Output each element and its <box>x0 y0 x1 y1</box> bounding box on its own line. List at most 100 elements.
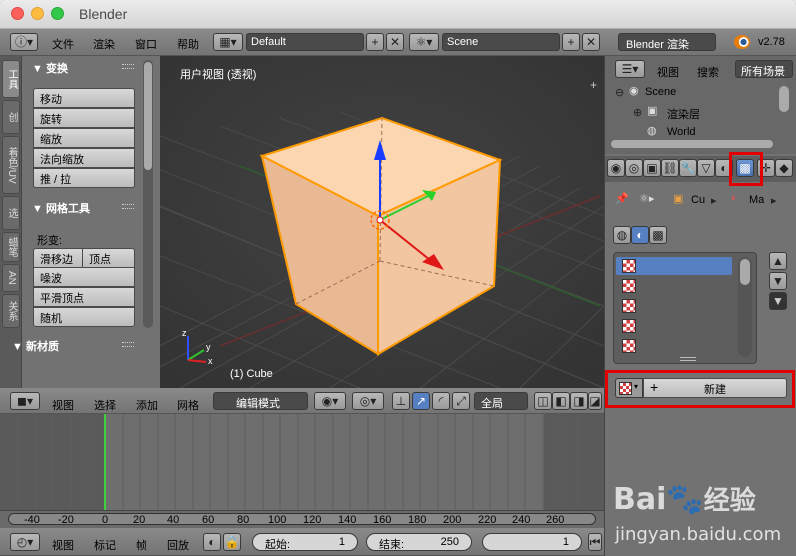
tab-select[interactable]: 选 <box>2 196 20 230</box>
timeline-ruler[interactable]: -40 -20 0 20 40 60 80 100 120 140 160 18… <box>0 510 604 528</box>
other-texture-icon[interactable]: ▩ <box>649 226 667 244</box>
list-resize-handle[interactable] <box>680 357 696 361</box>
object-context-icon[interactable]: ▣ <box>643 159 661 177</box>
list-scrollbar[interactable] <box>738 257 752 357</box>
menu-frame[interactable]: 帧 <box>136 537 147 553</box>
outliner-menu-search[interactable]: 搜索 <box>697 64 719 80</box>
new-material-section-title[interactable]: ▼ 新材质 <box>12 338 59 354</box>
world-texture-icon[interactable]: ◍ <box>613 226 631 244</box>
outliner-item-scene[interactable]: ⊖ ◉ Scene <box>615 84 775 102</box>
physics-context-icon[interactable]: ◆ <box>775 159 793 177</box>
jump-to-start-button[interactable]: ⏮ <box>588 533 602 551</box>
tab-shading-uv[interactable]: 着色/UV <box>2 136 20 194</box>
outliner-menu-view[interactable]: 视图 <box>657 64 679 80</box>
scale-manipulator-button[interactable]: ⤢ <box>452 392 470 410</box>
outliner-v-scrollbar[interactable] <box>779 86 789 112</box>
menu-add[interactable]: 添加 <box>136 397 158 413</box>
screen-layout-icon[interactable]: ▦▾ <box>213 33 243 51</box>
minimize-window-button[interactable] <box>31 7 44 20</box>
drag-handle-icon[interactable] <box>122 204 134 209</box>
render-context-icon[interactable]: ◉ <box>607 159 625 177</box>
edge-select-mode-button[interactable]: ◧ <box>552 392 570 410</box>
menu-view[interactable]: 视图 <box>52 397 74 413</box>
mesh-tools-section-title[interactable]: ▼ 网格工具 <box>32 200 90 216</box>
info-editor-type-button[interactable]: ⓘ▾ <box>10 33 38 51</box>
rotate-button[interactable]: 旋转 <box>33 108 135 128</box>
outliner-editor-type-button[interactable]: ☰▾ <box>615 60 645 78</box>
lock-range-button[interactable]: 🔒 <box>223 533 241 551</box>
manipulator-toggle-button[interactable]: ⊥ <box>392 392 410 410</box>
outliner-display-mode-select[interactable]: 所有场景 <box>735 60 793 78</box>
tab-grease-pencil[interactable]: 蜡笔 <box>2 232 20 262</box>
scene-field[interactable]: Scene <box>442 33 560 51</box>
menu-playback[interactable]: 回放 <box>167 537 189 553</box>
zoom-window-button[interactable] <box>51 7 64 20</box>
current-frame-playhead[interactable] <box>104 414 106 510</box>
end-frame-field[interactable]: 结束: 250 <box>366 533 472 551</box>
pivot-point-button[interactable]: ◎▾ <box>352 392 384 410</box>
expand-icon[interactable]: ⊖ <box>615 86 624 99</box>
viewport-canvas[interactable] <box>160 56 604 388</box>
editor-type-3d-button[interactable]: ◼▾ <box>10 392 40 410</box>
tab-tools[interactable]: 工具 <box>2 60 20 98</box>
shading-mode-button[interactable]: ◉▾ <box>314 392 346 410</box>
3d-viewport[interactable]: 用户视图 (透视) (1) Cube z y x + <box>160 56 604 388</box>
outliner-item-render-layers[interactable]: ⊕ ▣ 渲染层 <box>633 104 773 122</box>
material-texture-icon[interactable]: ◐ <box>631 226 649 244</box>
menu-select[interactable]: 选择 <box>94 397 116 413</box>
breadcrumb-object-name[interactable]: Cu <box>691 194 705 206</box>
vertex-select-mode-button[interactable]: ◫ <box>534 392 552 410</box>
remove-screen-button[interactable]: ✕ <box>386 33 404 51</box>
close-window-button[interactable] <box>11 7 24 20</box>
tab-animation[interactable]: AN <box>2 264 20 292</box>
timeline-scrollbar[interactable] <box>8 513 596 525</box>
slide-vertex-button[interactable]: 顶点 <box>82 248 135 268</box>
smooth-vertex-button[interactable]: 平滑顶点 <box>33 287 135 307</box>
menu-timeline-view[interactable]: 视图 <box>52 537 74 553</box>
face-select-mode-button[interactable]: ◨ <box>570 392 588 410</box>
tool-shelf-scrollbar[interactable] <box>143 60 153 328</box>
new-texture-button[interactable]: + 新建 <box>643 378 787 398</box>
limit-selection-button[interactable]: ◪ <box>588 392 602 410</box>
screen-layout-field[interactable]: Default <box>246 33 364 51</box>
menu-help[interactable]: 帮助 <box>177 36 199 52</box>
rotate-manipulator-button[interactable]: ◜ <box>432 392 450 410</box>
menu-file[interactable]: 文件 <box>52 36 74 52</box>
constraint-context-icon[interactable]: ⛓ <box>661 159 679 177</box>
tab-create[interactable]: 创 <box>2 100 20 134</box>
preview-range-button[interactable]: ◐ <box>203 533 221 551</box>
pin-icon[interactable]: 📌 <box>615 192 629 205</box>
editor-type-timeline-button[interactable]: ◴▾ <box>10 533 40 551</box>
tab-relations[interactable]: 关系 <box>2 294 20 328</box>
move-slot-up-button[interactable]: ▲ <box>769 252 787 270</box>
menu-render[interactable]: 渲染 <box>93 36 115 52</box>
mode-select[interactable]: 编辑模式 <box>213 392 308 410</box>
menu-marker[interactable]: 标记 <box>94 537 116 553</box>
texture-browse-button[interactable]: ▾ <box>615 378 643 398</box>
outliner-h-scrollbar[interactable] <box>611 140 773 148</box>
move-button[interactable]: 移动 <box>33 88 135 108</box>
render-engine-select[interactable]: Blender 渲染 <box>618 33 716 51</box>
shrink-fatten-button[interactable]: 法向缩放 <box>33 148 135 168</box>
scene-icon[interactable]: ⚛▾ <box>409 33 439 51</box>
scene-context-icon[interactable]: ◎ <box>625 159 643 177</box>
add-screen-button[interactable]: + <box>366 33 384 51</box>
expand-icon[interactable]: ⊕ <box>633 106 642 119</box>
breadcrumb-material-name[interactable]: Ma <box>749 194 764 206</box>
add-scene-button[interactable]: + <box>562 33 580 51</box>
texture-slot-list[interactable] <box>613 252 757 364</box>
menu-mesh[interactable]: 网格 <box>177 397 199 413</box>
viewport-corner-add-icon[interactable]: + <box>590 78 597 92</box>
push-pull-button[interactable]: 推 / 拉 <box>33 168 135 188</box>
noise-button[interactable]: 噪波 <box>33 267 135 287</box>
menu-window[interactable]: 窗口 <box>135 36 157 52</box>
modifier-context-icon[interactable]: 🔧 <box>679 159 697 177</box>
start-frame-field[interactable]: 起始: 1 <box>252 533 358 551</box>
move-slot-down-button[interactable]: ▼ <box>769 272 787 290</box>
transform-section-title[interactable]: ▼ 变换 <box>32 60 68 76</box>
drag-handle-icon[interactable] <box>122 64 134 69</box>
data-context-icon[interactable]: ▽ <box>697 159 715 177</box>
drag-handle-icon[interactable] <box>122 342 134 347</box>
timeline-area[interactable] <box>0 414 604 510</box>
slot-specials-button[interactable]: ▼ <box>769 292 787 310</box>
